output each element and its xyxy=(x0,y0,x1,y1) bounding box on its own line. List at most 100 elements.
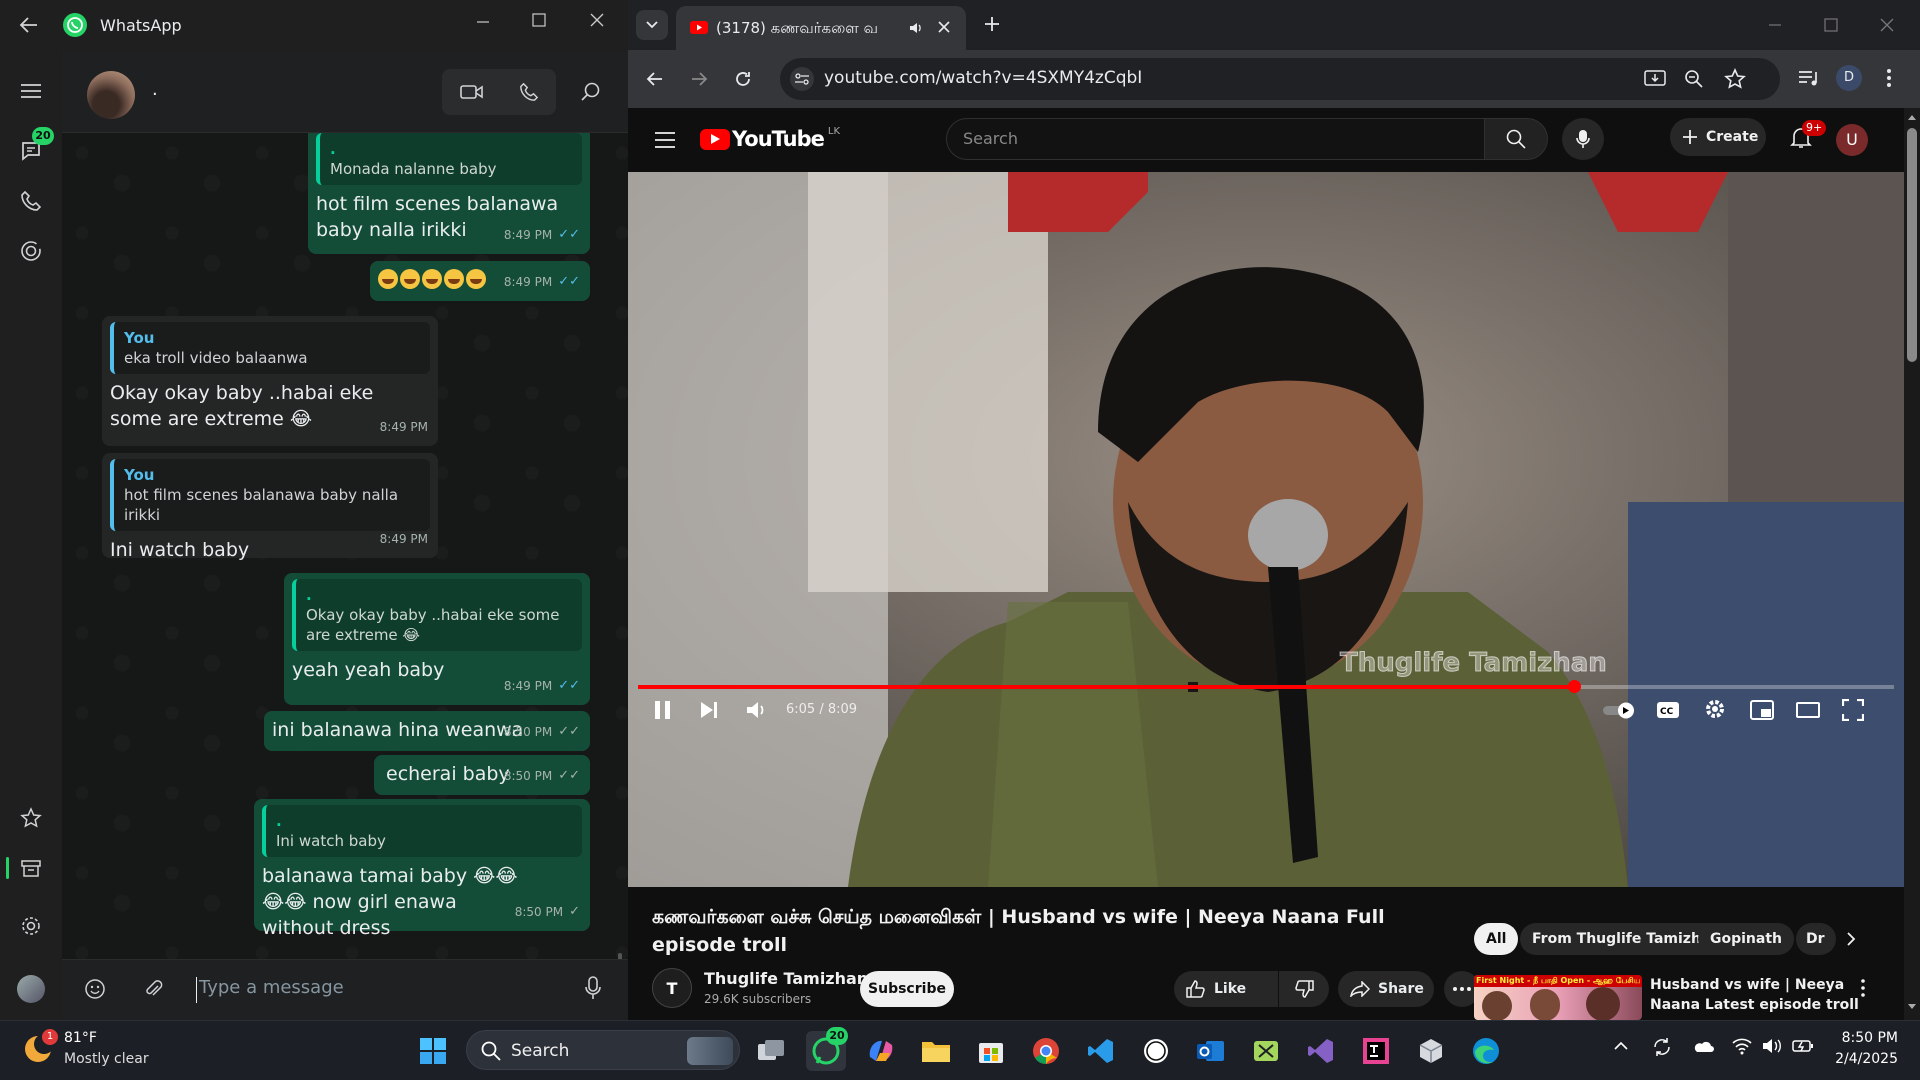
status-icon[interactable] xyxy=(13,233,49,269)
quoted-message[interactable]: . Monada nalanne baby xyxy=(316,133,582,185)
browser-close-button[interactable] xyxy=(1880,18,1894,32)
volume-icon[interactable] xyxy=(746,700,768,720)
player-settings-icon[interactable] xyxy=(1704,698,1726,720)
theater-mode-icon[interactable] xyxy=(1796,702,1820,718)
site-info-icon[interactable] xyxy=(790,67,814,91)
clock-date[interactable]: 2/4/2025 xyxy=(1818,1051,1898,1067)
message-outgoing[interactable]: . Monada nalanne baby hot film scenes ba… xyxy=(308,133,590,254)
autoplay-toggle[interactable] xyxy=(1602,701,1638,719)
close-button[interactable] xyxy=(590,13,604,27)
whatsapp-web-icon[interactable] xyxy=(1136,1031,1176,1071)
tab-search-button[interactable] xyxy=(636,10,668,40)
share-button[interactable]: Share xyxy=(1338,971,1434,1007)
task-view-icon[interactable] xyxy=(751,1031,791,1071)
vscode-icon[interactable] xyxy=(1081,1031,1121,1071)
calls-icon[interactable] xyxy=(13,183,49,219)
back-icon[interactable] xyxy=(646,70,664,88)
fullscreen-icon[interactable] xyxy=(1842,699,1864,721)
message-outgoing[interactable]: 8:49 PM ✓✓ xyxy=(370,261,590,301)
url-text[interactable]: youtube.com/watch?v=4SXMY4zCqbI xyxy=(824,68,1142,88)
yt-guide-menu-icon[interactable] xyxy=(655,132,675,148)
pause-icon[interactable] xyxy=(654,700,672,720)
weather-temp[interactable]: 81°F xyxy=(64,1030,97,1046)
forward-icon[interactable] xyxy=(690,70,708,88)
search-chat-icon[interactable] xyxy=(580,81,602,103)
browser-menu-icon[interactable] xyxy=(1886,68,1892,88)
microphone-icon[interactable] xyxy=(584,976,602,1000)
message-outgoing[interactable]: echerai baby 8:50 PM ✓✓ xyxy=(374,755,590,795)
onedrive-icon[interactable] xyxy=(1692,1039,1714,1053)
voice-call-icon[interactable] xyxy=(519,82,539,102)
weather-desc[interactable]: Mostly clear xyxy=(64,1051,149,1067)
message-input[interactable]: Type a message xyxy=(196,977,556,1003)
quoted-message[interactable]: . Okay okay baby ..habai eke some are ex… xyxy=(292,579,582,651)
archive-icon[interactable] xyxy=(13,850,49,886)
edge-icon[interactable] xyxy=(1466,1031,1506,1071)
microsoft-store-icon[interactable] xyxy=(971,1031,1011,1071)
message-incoming[interactable]: You hot film scenes balanawa baby nalla … xyxy=(102,453,438,561)
url-bar[interactable]: youtube.com/watch?v=4SXMY4zCqbI xyxy=(780,58,1780,100)
reload-icon[interactable] xyxy=(734,70,752,88)
miniplayer-icon[interactable] xyxy=(1750,700,1774,720)
battery-icon[interactable] xyxy=(1792,1037,1814,1055)
quoted-message[interactable]: . Ini watch baby xyxy=(262,805,582,857)
tab-active[interactable]: (3178) கணவர்களை வ xyxy=(676,6,966,50)
tab-close-icon[interactable] xyxy=(938,21,950,33)
chip-truncated[interactable]: Dr xyxy=(1796,923,1836,955)
yt-voice-search-icon[interactable] xyxy=(1562,118,1604,160)
attach-icon[interactable] xyxy=(142,978,164,1000)
media-control-icon[interactable] xyxy=(1798,69,1820,89)
browser-profile-avatar[interactable]: D xyxy=(1836,65,1862,91)
yt-notifications-icon[interactable]: 9+ xyxy=(1790,120,1827,150)
chip-all[interactable]: All xyxy=(1474,923,1519,955)
menu-icon[interactable] xyxy=(13,73,49,109)
tray-chevron-icon[interactable] xyxy=(1614,1041,1628,1051)
start-windows-icon[interactable] xyxy=(413,1031,453,1071)
message-outgoing[interactable]: . Okay okay baby ..habai eke some are ex… xyxy=(284,573,590,705)
browser-maximize-button[interactable] xyxy=(1824,18,1838,32)
quoted-message[interactable]: You hot film scenes balanawa baby nalla … xyxy=(110,459,430,531)
scroll-thumb[interactable] xyxy=(1907,128,1917,362)
taskbar-search-box[interactable]: Search xyxy=(466,1030,740,1070)
page-scrollbar[interactable] xyxy=(1904,108,1920,1020)
sync-icon[interactable] xyxy=(1652,1037,1672,1057)
channel-avatar[interactable]: T xyxy=(652,968,692,1008)
chip-gopinath[interactable]: Gopinath xyxy=(1698,923,1795,955)
speaker-icon[interactable] xyxy=(1762,1037,1782,1055)
file-explorer-icon[interactable] xyxy=(916,1031,956,1071)
progress-scrubber[interactable] xyxy=(1567,680,1581,693)
chats-icon[interactable]: 20 xyxy=(13,127,54,169)
like-button[interactable]: Like xyxy=(1174,971,1278,1007)
new-tab-icon[interactable] xyxy=(984,16,1000,32)
dislike-button[interactable] xyxy=(1279,971,1329,1007)
settings-icon[interactable] xyxy=(13,908,49,944)
youtube-logo[interactable]: YouTube LK xyxy=(700,126,840,151)
yt-account-avatar[interactable]: U xyxy=(1836,124,1868,156)
contact-name[interactable]: . xyxy=(152,79,158,100)
quoted-message[interactable]: You eka troll video balaanwa xyxy=(110,322,430,374)
snipping-tool-icon[interactable] xyxy=(1246,1031,1286,1071)
jetbrains-icon[interactable] xyxy=(1356,1031,1396,1071)
subscribe-button[interactable]: Subscribe xyxy=(860,971,954,1007)
clock-time[interactable]: 8:50 PM xyxy=(1818,1030,1898,1046)
recommendation-menu-icon[interactable] xyxy=(1861,979,1865,997)
yt-search-input[interactable]: Search xyxy=(946,118,1488,160)
tab-audio-icon[interactable] xyxy=(908,20,924,36)
bookmark-star-icon[interactable] xyxy=(1724,68,1746,90)
taskbar-whatsapp-icon[interactable]: 20 xyxy=(806,1027,848,1071)
cube-app-icon[interactable] xyxy=(1411,1031,1451,1071)
message-outgoing[interactable]: ini balanawa hina weanwa 8:50 PM ✓✓ xyxy=(264,711,590,751)
maximize-button[interactable] xyxy=(532,13,546,27)
yt-create-button[interactable]: Create xyxy=(1670,118,1766,156)
subtitles-icon[interactable]: CC xyxy=(1656,700,1680,720)
chips-next-icon[interactable] xyxy=(1846,931,1856,947)
minimize-button[interactable] xyxy=(476,12,490,32)
install-app-icon[interactable] xyxy=(1644,69,1666,89)
message-incoming[interactable]: You eka troll video balaanwa Okay okay b… xyxy=(102,316,438,446)
message-outgoing[interactable]: . Ini watch baby balanawa tamai baby 😂😂😂… xyxy=(254,799,590,939)
recommendation-thumbnail[interactable]: First Night - நீ பாதி Open - ஆஹ பேசிய பே… xyxy=(1474,975,1642,1020)
next-video-icon[interactable] xyxy=(700,701,718,719)
channel-name[interactable]: Thuglife Tamizhan xyxy=(704,969,868,988)
contact-avatar[interactable] xyxy=(87,71,135,119)
starred-icon[interactable] xyxy=(13,800,49,836)
